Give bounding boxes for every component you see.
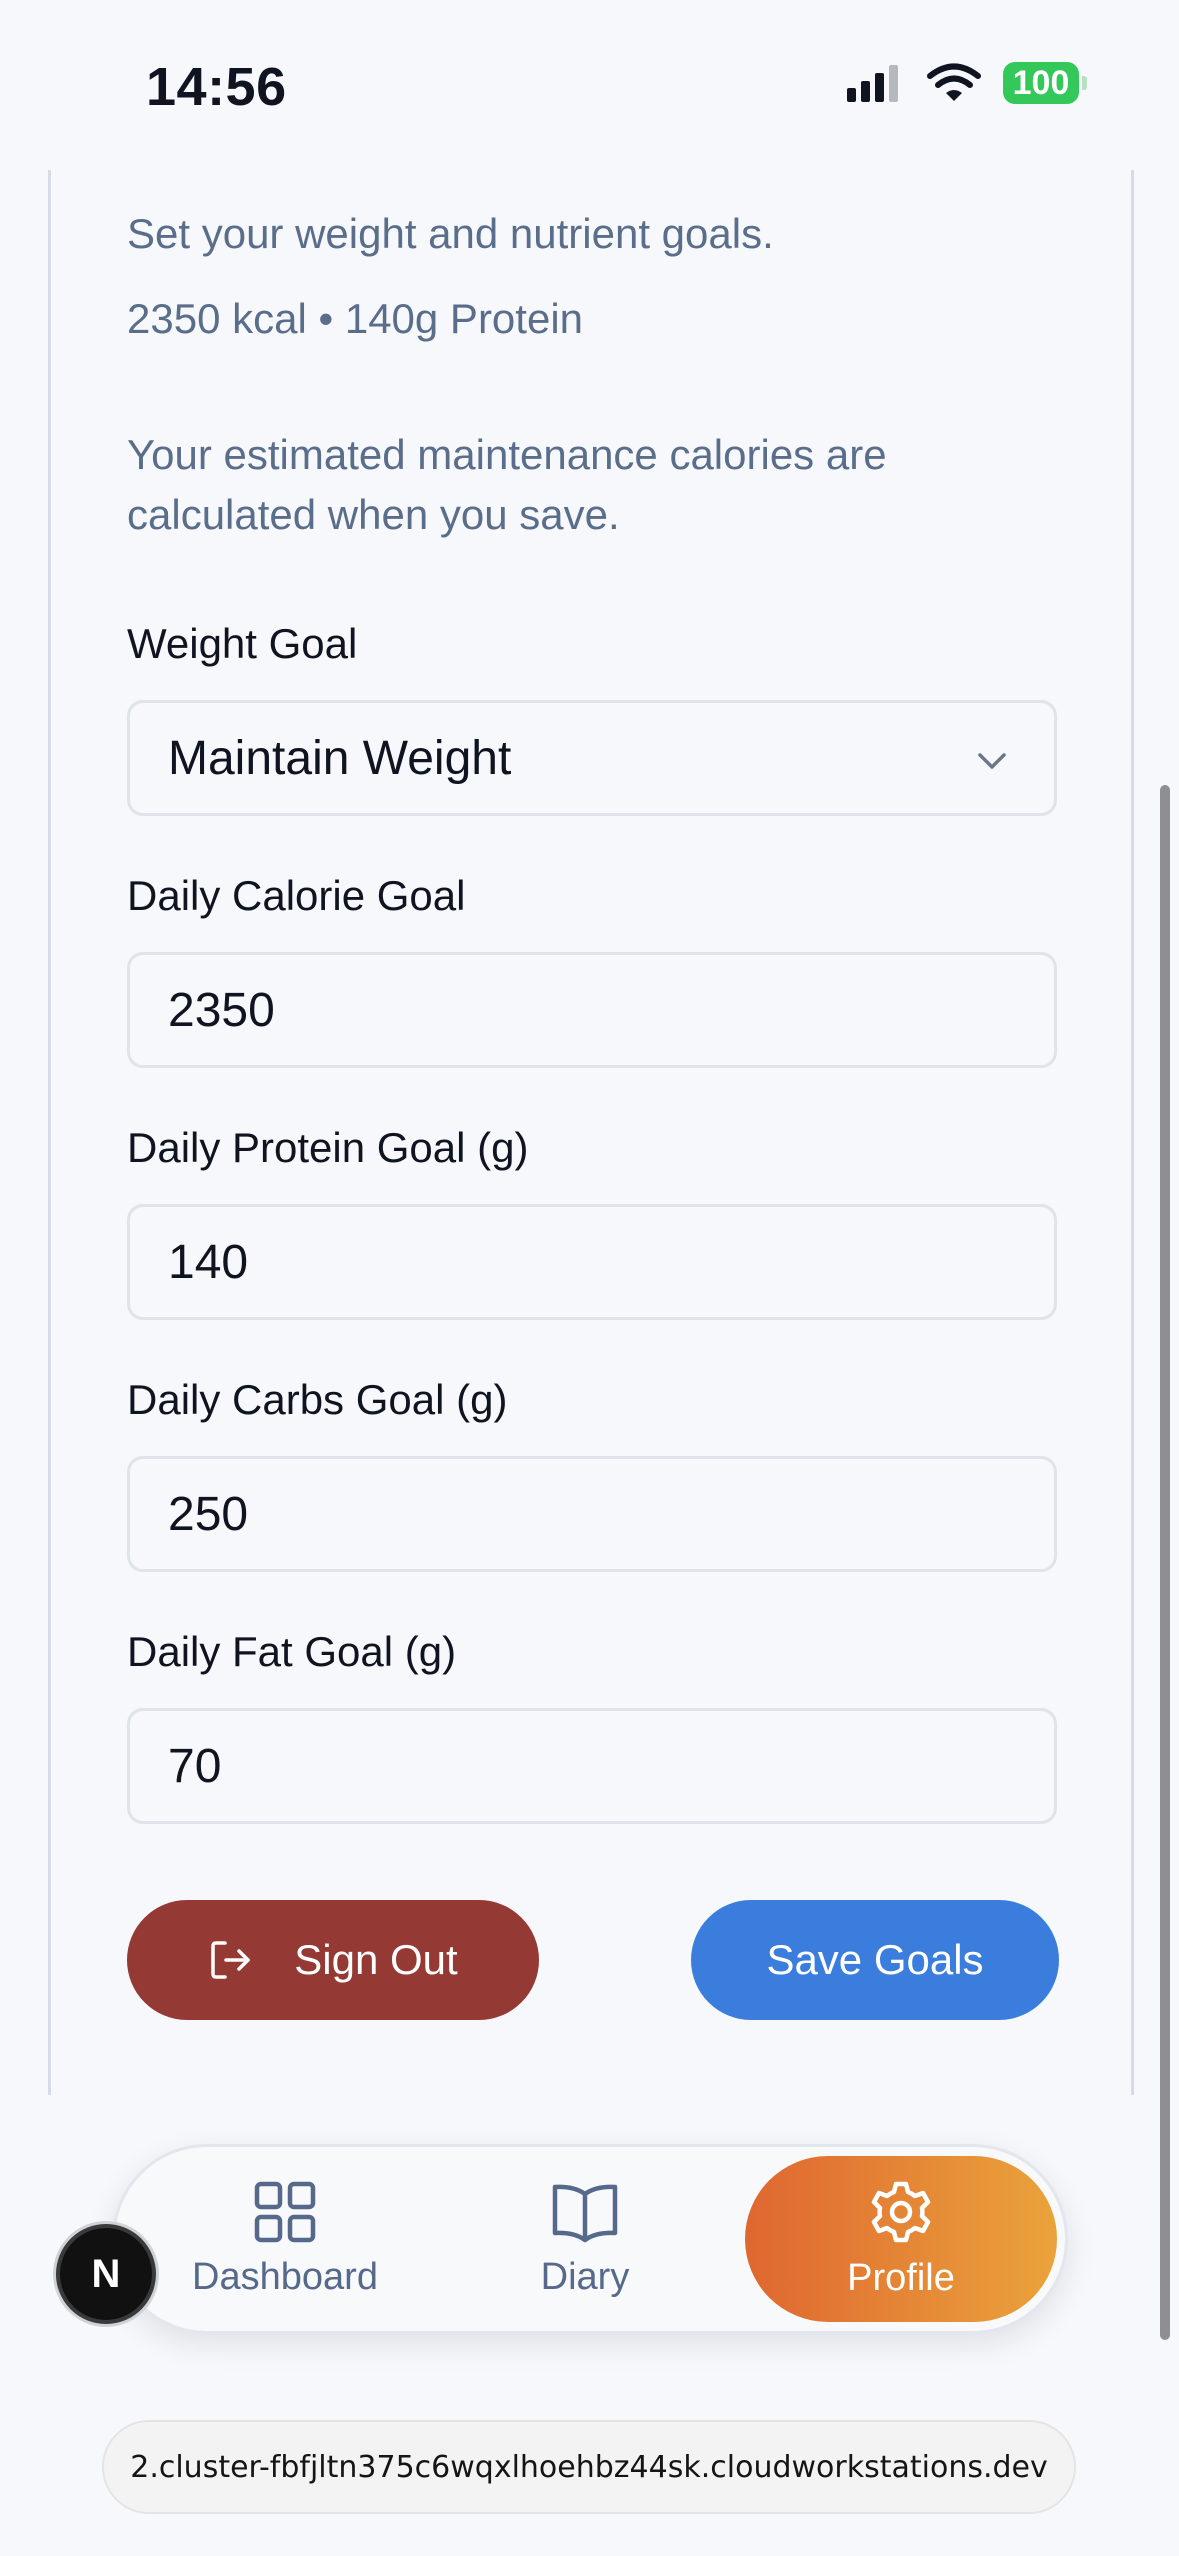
carbs-goal-input[interactable]: 250 (127, 1456, 1057, 1572)
dev-tools-badge[interactable]: N (56, 2224, 156, 2324)
protein-goal-value: 140 (168, 1235, 249, 1289)
cellular-signal-icon (847, 65, 898, 102)
gear-icon (871, 2181, 931, 2242)
wifi-icon (927, 63, 981, 101)
protein-goal-input[interactable]: 140 (127, 1204, 1057, 1320)
goals-summary: 2350 kcal • 140g Protein (127, 295, 584, 342)
weight-goal-value: Maintain Weight (168, 731, 512, 785)
nav-label-dashboard: Dashboard (192, 2255, 378, 2298)
scrollbar[interactable] (1160, 785, 1170, 2340)
url-bar[interactable]: 2.cluster-fbfjltn375c6wqxlhoehbz44sk.clo… (102, 2420, 1076, 2514)
url-text: 2.cluster-fbfjltn375c6wqxlhoehbz44sk.clo… (130, 2449, 1048, 2485)
nav-item-diary[interactable]: Diary (475, 2147, 695, 2331)
battery-icon: 100 (1003, 62, 1087, 104)
calorie-goal-label: Daily Calorie Goal (127, 872, 466, 919)
weight-goal-select[interactable]: Maintain Weight (127, 700, 1057, 816)
bottom-nav: Dashboard Diary Profile (112, 2144, 1068, 2334)
log-out-icon (211, 1941, 251, 1979)
card-subtitle: Set your weight and nutrient goals. (127, 210, 774, 257)
carbs-goal-value: 250 (168, 1487, 249, 1541)
status-bar: 14:56 100 (0, 0, 1179, 170)
calorie-goal-input[interactable]: 2350 (127, 952, 1057, 1068)
nav-label-profile: Profile (847, 2256, 955, 2299)
maintenance-note: Your estimated maintenance calories are … (127, 431, 887, 538)
sign-out-label: Sign Out (294, 1936, 458, 1983)
goals-card: Goals Set your weight and nutrient goals… (48, 150, 1134, 2095)
save-goals-button[interactable]: Save Goals (691, 1900, 1059, 2020)
grid-icon (254, 2181, 316, 2242)
carbs-goal-label: Daily Carbs Goal (g) (127, 1376, 508, 1423)
book-open-icon (552, 2184, 618, 2242)
fat-goal-label: Daily Fat Goal (g) (127, 1628, 457, 1675)
calorie-goal-value: 2350 (168, 983, 275, 1037)
nav-item-dashboard[interactable]: Dashboard (165, 2147, 405, 2331)
nav-item-profile[interactable]: Profile (745, 2156, 1057, 2322)
chevron-down-icon (978, 753, 1006, 769)
nav-label-diary: Diary (540, 2255, 630, 2298)
fat-goal-input[interactable]: 70 (127, 1708, 1057, 1824)
protein-goal-label: Daily Protein Goal (g) (127, 1124, 529, 1171)
sign-out-button[interactable]: Sign Out (127, 1900, 539, 2020)
fat-goal-value: 70 (168, 1739, 222, 1793)
status-icons: 100 (845, 62, 1087, 104)
status-time: 14:56 (146, 57, 287, 117)
weight-goal-label: Weight Goal (127, 620, 358, 667)
